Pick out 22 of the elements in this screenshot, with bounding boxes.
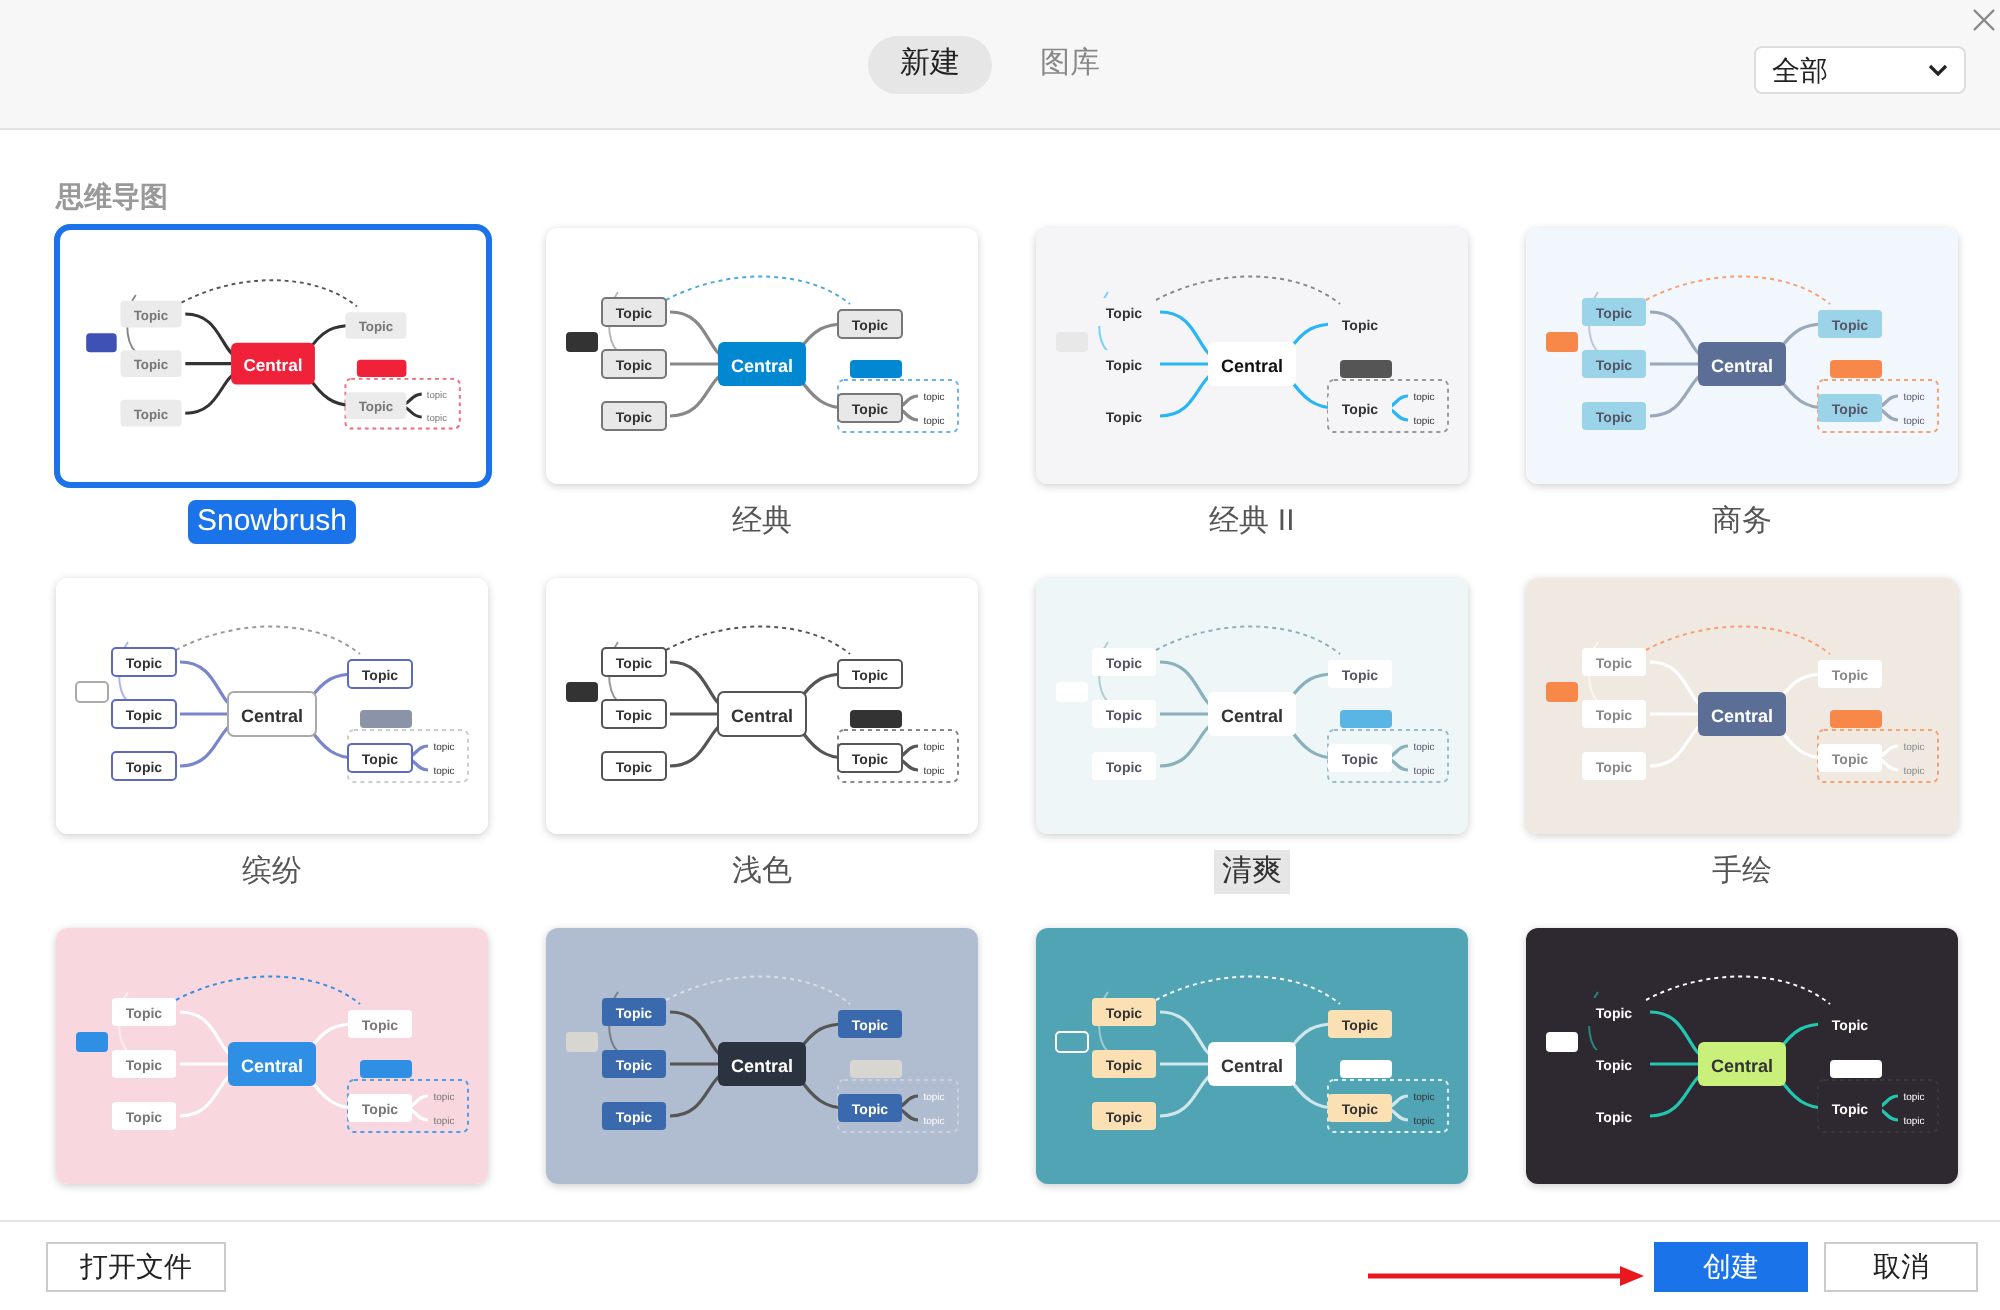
central-node: Central (1698, 342, 1786, 386)
central-node: Central (227, 691, 317, 737)
central-node: Central (1698, 692, 1786, 736)
central-node: Central (718, 1042, 806, 1086)
central-node: Central (1208, 342, 1296, 386)
template-label: Snowbrush (188, 500, 356, 544)
central-node: Central (1208, 1042, 1296, 1086)
central-node: Central (1698, 1042, 1786, 1086)
central-node: Central (717, 691, 807, 737)
create-button[interactable]: 创建 (1654, 1241, 1808, 1291)
close-icon[interactable] (1972, 8, 1996, 32)
template-label: 清爽 (1214, 850, 1290, 894)
central-node: Central (228, 1042, 316, 1086)
central-node: Central (230, 342, 314, 385)
chevron-down-icon (1928, 64, 1948, 76)
central-node: Central (718, 342, 806, 386)
section-title: 思维导图 (56, 178, 168, 216)
cancel-button[interactable]: 取消 (1824, 1241, 1978, 1291)
central-node: Central (1208, 692, 1296, 736)
open-file-button[interactable]: 打开文件 (46, 1241, 226, 1291)
tab[interactable]: 新建 (868, 35, 992, 93)
filter-dropdown[interactable]: 全部 (1754, 46, 1966, 94)
